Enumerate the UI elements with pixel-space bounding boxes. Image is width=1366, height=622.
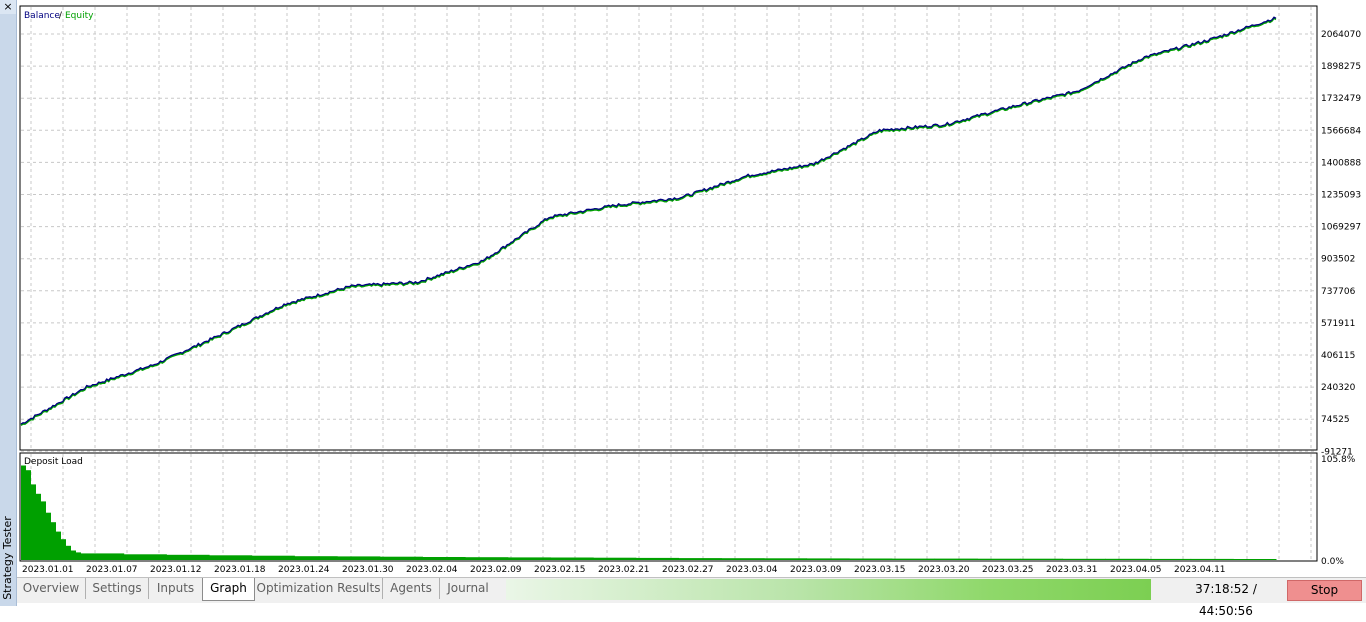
x-tick-label: 2023.01.24 <box>278 565 330 575</box>
y-tick-label: 571911 <box>1321 319 1355 329</box>
y-tick-label: 1400888 <box>1321 158 1361 168</box>
deposit-load-bar <box>1062 558 1106 560</box>
x-tick-label: 2023.01.18 <box>214 565 266 575</box>
deposit-load-bar <box>41 501 46 560</box>
x-tick-label: 2023.02.15 <box>534 565 586 575</box>
deposit-load-bar <box>209 555 253 560</box>
y-axis-labels: 2064070 1898275 1732479 1566684 1400888 12350… <box>1321 30 1361 567</box>
deposit-load-bar <box>1019 558 1064 560</box>
legend-separator: / <box>56 11 65 21</box>
deposit-load-bar <box>61 539 66 560</box>
deposit-load-title: Deposit Load <box>24 457 83 467</box>
tab-inputs[interactable]: Inputs <box>149 578 202 599</box>
legend-balance-label: Balance <box>24 11 60 21</box>
balance-equity-chart[interactable]: 2064070 1898275 1732479 1566684 1400888 12350… <box>0 0 1366 577</box>
deposit-load-bar <box>891 558 936 560</box>
y-tick-label: 903502 <box>1321 255 1355 265</box>
x-tick-label: 2023.01.12 <box>150 565 202 575</box>
x-tick-label: 2023.02.27 <box>662 565 714 575</box>
deposit-load-bar <box>337 556 381 560</box>
x-tick-label: 2023.03.31 <box>1046 565 1098 575</box>
deposit-load-bar <box>849 558 893 560</box>
strategy-tester-window: × Strategy Tester 2064070 1898275 1732479 1… <box>0 0 1366 618</box>
deposit-load-bar <box>51 522 56 560</box>
deposit-load-bar <box>56 531 61 560</box>
y-tick-label: 1732479 <box>1321 94 1361 104</box>
y-tick-label: 1898275 <box>1321 62 1361 72</box>
deposit-load-bar <box>550 557 594 560</box>
x-axis-labels: 2023.01.01 2023.01.07 2023.01.12 2023.01.18… <box>22 565 1226 575</box>
x-tick-label: 2023.02.04 <box>406 565 458 575</box>
deposit-load-bar <box>123 554 167 560</box>
y-tick-label: 1069297 <box>1321 223 1361 233</box>
deposit-load-bar <box>635 557 679 560</box>
deposit-load-bar <box>26 470 31 560</box>
deposit-load-bar <box>251 555 295 560</box>
x-tick-label: 2023.03.25 <box>982 565 1034 575</box>
deposit-load-bar <box>721 558 765 560</box>
deposit-load-bar <box>46 512 51 560</box>
x-tick-label: 2023.04.11 <box>1174 565 1226 575</box>
main-plot-frame <box>19 5 1318 451</box>
y-tick-label: 74525 <box>1321 415 1350 425</box>
deposit-load-bar <box>977 558 1021 560</box>
x-tick-label: 2023.03.09 <box>790 565 842 575</box>
tab-agents[interactable]: Agents <box>383 578 440 599</box>
tab-optimization-results[interactable]: Optimization Results <box>255 578 383 599</box>
deposit-load-bar <box>21 465 26 560</box>
x-tick-label: 2023.01.07 <box>86 565 138 575</box>
deposit-load-bar <box>1105 558 1149 560</box>
deposit-load-bar <box>36 493 41 560</box>
elapsed-timer: 37:18:52 / 44:50:56 <box>1195 582 1257 618</box>
y-tick-label: 406115 <box>1321 351 1355 361</box>
deposit-load-bar <box>465 557 509 560</box>
deposit-load-bar <box>66 545 71 560</box>
y-tick-label: 2064070 <box>1321 30 1361 40</box>
deposit-y-min-label: 0.0% <box>1321 557 1344 567</box>
deposit-load-bar <box>71 550 76 560</box>
deposit-load-bar <box>1148 558 1192 560</box>
x-tick-label: 2023.02.21 <box>598 565 650 575</box>
stop-button[interactable]: Stop <box>1287 580 1362 601</box>
x-tick-label: 2023.03.20 <box>918 565 970 575</box>
sub-plot-frame <box>19 452 1318 562</box>
tab-graph[interactable]: Graph <box>202 578 255 601</box>
deposit-y-max-label: 105.8% <box>1321 455 1356 465</box>
deposit-load-bar <box>379 556 423 560</box>
deposit-load-bar <box>593 557 637 560</box>
y-tick-label: 240320 <box>1321 383 1356 393</box>
tab-settings[interactable]: Settings <box>86 578 149 599</box>
x-tick-label: 2023.03.15 <box>854 565 906 575</box>
deposit-load-bar <box>166 554 210 560</box>
x-tick-label: 2023.01.30 <box>342 565 394 575</box>
legend-equity-label: Equity <box>65 11 94 21</box>
x-tick-label: 2023.01.01 <box>22 565 74 575</box>
deposit-load-bar <box>507 557 551 560</box>
x-tick-label: 2023.03.04 <box>726 565 778 575</box>
deposit-load-bar <box>294 556 338 560</box>
deposit-load-bar <box>806 558 850 560</box>
x-tick-label: 2023.02.09 <box>470 565 522 575</box>
deposit-load-bar <box>31 484 36 560</box>
deposit-load-bar <box>763 558 808 560</box>
tester-tab-bar: Overview Settings Inputs Graph Optimizat… <box>17 577 1366 618</box>
tab-journal[interactable]: Journal <box>440 578 496 599</box>
y-tick-label: 1566684 <box>1321 126 1361 136</box>
tab-overview[interactable]: Overview <box>17 578 86 599</box>
deposit-load-bar <box>422 557 466 560</box>
deposit-load-bar <box>678 558 722 560</box>
test-progress-bar <box>506 579 1151 600</box>
deposit-load-bar <box>81 553 125 560</box>
deposit-load-bar <box>1190 558 1234 560</box>
deposit-load-bar <box>1233 559 1277 560</box>
deposit-load-bar <box>934 558 978 560</box>
y-tick-label: 737706 <box>1321 287 1356 297</box>
x-tick-label: 2023.04.05 <box>1110 565 1162 575</box>
deposit-load-bar <box>76 552 81 560</box>
y-tick-label: 1235093 <box>1321 191 1361 201</box>
